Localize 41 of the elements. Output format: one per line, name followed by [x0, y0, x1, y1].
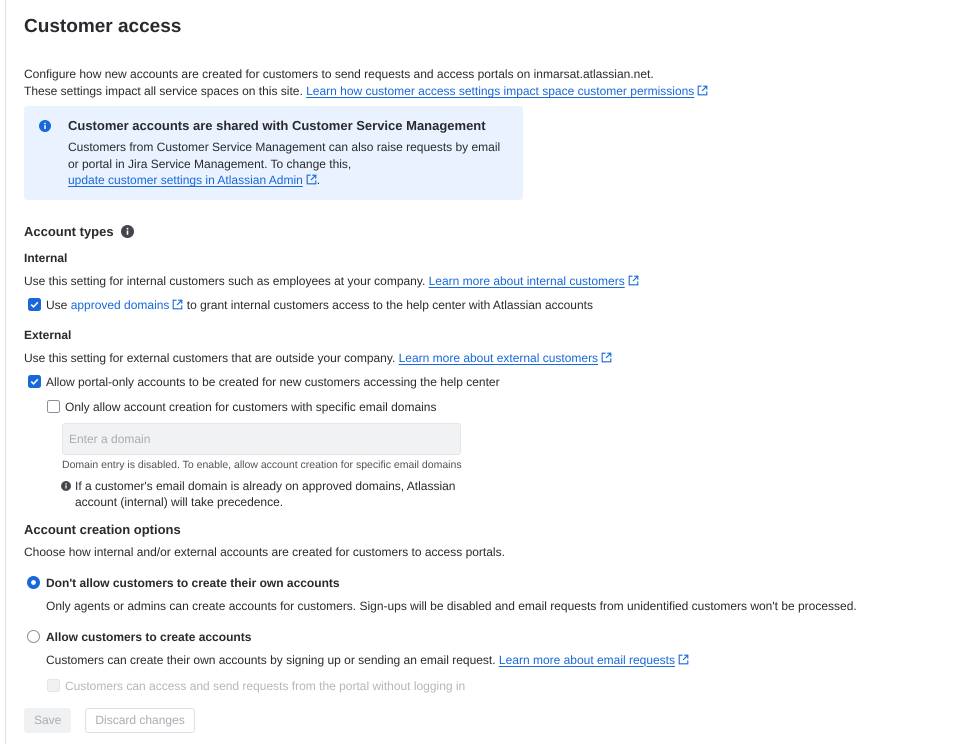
external-link-icon — [678, 654, 690, 664]
section-description: Use this setting for external customers that are outside your company. Learn more about external customers — [24, 350, 954, 366]
learn-more-link[interactable]: Learn more about external customers — [398, 350, 598, 364]
permissions-link[interactable]: Learn how customer access settings impact space customer permissions — [306, 84, 694, 98]
section-description: Use this setting for internal customers such as employees at your company. Learn more about internal customers — [24, 272, 954, 288]
note-text: If a customer's email domain is already on approved domains, Atlassian account (internal) will take precedence. — [75, 478, 456, 510]
banner-title: Customer accounts are shared with Customer Service Management — [68, 117, 487, 135]
external-link-icon — [628, 274, 639, 286]
checkbox-label: Only allow account creation for customers with specific email domains — [65, 398, 436, 416]
external-link-icon — [172, 298, 184, 310]
helper-text: Domain entry is disabled. To enable, allow account creation for specific email domains — [62, 458, 463, 472]
info-icon — [39, 120, 51, 132]
info-icon — [61, 480, 71, 490]
external-link-icon — [697, 85, 708, 96]
learn-more-link[interactable]: Learn more about email requests — [498, 652, 676, 666]
checkbox-label: Customers can access and send requests from the portal without logging in — [65, 678, 466, 694]
subsection-heading: Internal — [24, 250, 68, 266]
checkbox-label: Use approved domains to grant internal customers access to the help center with Atlassian accounts — [46, 296, 593, 314]
section-description: Choose how internal and/or external accounts are created for customers to access portals. — [24, 544, 506, 560]
subsection-heading: External — [24, 326, 72, 342]
banner-text: Customers from Customer Service Management can also raise requests by email or portal in Jira Service Management. To change this, update customer settings in Atlassian Admin . — [68, 139, 502, 188]
external-link-icon — [306, 174, 317, 185]
option-description: Only agents or admins can create accounts for customers. Sign-ups will be disabled and email requests from unidentified customers won't be processed. — [46, 598, 858, 614]
checkbox[interactable] — [47, 400, 60, 413]
learn-more-link[interactable]: Learn more about internal customers — [428, 274, 625, 288]
info-icon — [120, 225, 134, 238]
admin-settings-link[interactable]: update customer settings in Atlassian Admin — [68, 173, 303, 187]
radio-button[interactable] — [27, 630, 40, 643]
radio-label: Don't allow customers to create their own accounts — [46, 574, 340, 592]
checkbox[interactable] — [28, 375, 41, 388]
checkbox-label: Allow portal-only accounts to be created for new customers accessing the help center — [46, 374, 500, 390]
external-link-icon — [601, 352, 612, 362]
radio-button[interactable] — [27, 576, 40, 589]
radio-label: Allow customers to create accounts — [46, 628, 252, 646]
option-description: Customers can create their own accounts by signing up or sending an email request. Learn more about email requests — [46, 652, 954, 668]
checkbox[interactable] — [28, 298, 41, 311]
section-heading: Account creation options — [24, 520, 181, 538]
intro-text: Configure how new accounts are created for customers to send requests and access portals on inmarsat.atlassian.net. These settings impact all service spaces on this site. Learn how customer access settings impact space customer permissions — [24, 66, 954, 100]
page-title: Customer access — [24, 15, 182, 39]
section-heading: Account types — [24, 222, 114, 240]
approved-domains-link[interactable]: approved domains — [70, 298, 170, 312]
